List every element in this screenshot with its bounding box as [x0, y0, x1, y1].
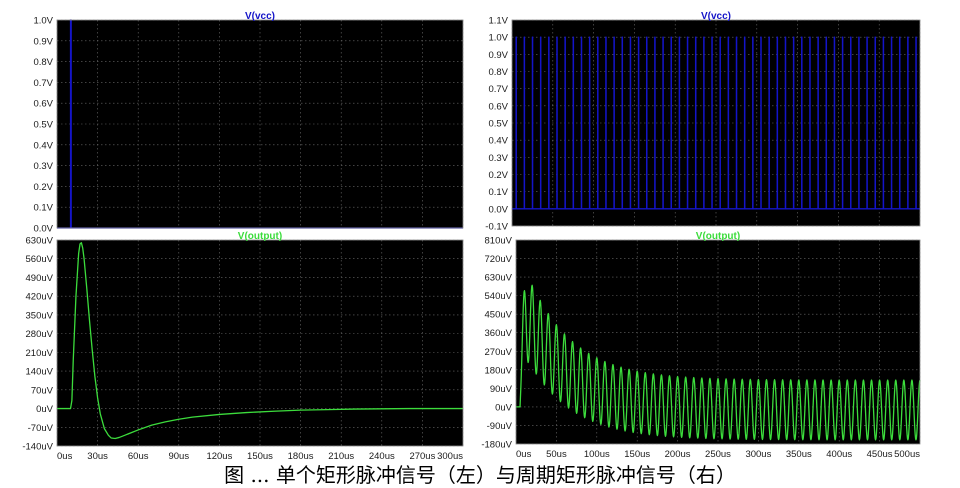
waveform-figure: 0.0V 0.1V 0.2V 0.3V 0.4V 0.5V 0.6V 0.7V 0.8V 0.9V… [22, 11, 921, 462]
y-tick-label: 630uV [26, 236, 54, 247]
x-tick-label: 120us [206, 451, 232, 462]
x-tick-label: 50us [546, 449, 567, 460]
trace-title: V(output) [238, 231, 282, 242]
y-tick-label: 0uV [495, 402, 513, 413]
y-tick-label: -70uV [28, 423, 54, 434]
x-tick-label: 350us [786, 449, 812, 460]
x-tick-label: 240us [369, 451, 395, 462]
x-tick-label: 500us [894, 449, 920, 460]
y-tick-label: 140uV [26, 367, 54, 378]
y-tick-label: 1.0V [33, 16, 53, 27]
plot-left-top: 0.0V 0.1V 0.2V 0.3V 0.4V 0.5V 0.6V 0.7V 0.8V 0.9V… [33, 11, 464, 235]
y-tick-label: 0.4V [33, 140, 53, 151]
plot-right-top: -0.1V 0.0V 0.1V 0.2V 0.3V 0.4V 0.5V 0.6V 0.7V 0.8… [485, 11, 921, 233]
y-tick-label: 210uV [26, 348, 54, 359]
y-tick-label: 630uV [485, 273, 513, 284]
y-tick-label: 0.4V [488, 136, 508, 147]
x-tick-label: 90us [168, 451, 189, 462]
plot-right-bottom: 0us 50us 100us 150us 200us 250us 300us 350us 400… [481, 231, 921, 460]
x-tick-label: 450us [867, 449, 893, 460]
y-tick-label: 0.6V [33, 99, 53, 110]
x-tick-label: 0us [57, 451, 73, 462]
trace-title: V(output) [696, 231, 740, 242]
x-tick-label: 300us [745, 449, 771, 460]
y-tick-label: 0.2V [488, 170, 508, 181]
plot-left-bottom: 0us 30us 60us 90us 120us 150us 180us 210us 240us… [22, 231, 464, 462]
y-tick-label: 90uV [490, 384, 513, 395]
y-tick-label: 0.1V [33, 203, 53, 214]
x-tick-label: 300us [437, 451, 463, 462]
x-tick-label: 180us [288, 451, 314, 462]
x-tick-label: 270us [409, 451, 435, 462]
y-tick-label: 180uV [485, 365, 513, 376]
x-tick-label: 150us [624, 449, 650, 460]
figure-caption: 图 ... 单个矩形脉冲信号（左）与周期矩形脉冲信号（右） [224, 463, 736, 487]
y-tick-label: 0.7V [488, 84, 508, 95]
y-tick-label: 280uV [26, 329, 54, 340]
y-tick-label: 490uV [26, 273, 54, 284]
y-tick-label: 270uV [485, 347, 513, 358]
y-tick-label: 420uV [26, 292, 54, 303]
y-tick-label: 0.3V [488, 153, 508, 164]
x-tick-label: 200us [665, 449, 691, 460]
x-tick-label: 30us [87, 451, 108, 462]
y-tick-label: 0.9V [33, 36, 53, 47]
x-tick-label: 100us [584, 449, 610, 460]
y-tick-label: 0.6V [488, 101, 508, 112]
y-tick-label: 560uV [26, 254, 54, 265]
y-tick-label: 0.2V [33, 182, 53, 193]
y-tick-label: 0.5V [488, 119, 508, 130]
x-tick-label: 60us [128, 451, 149, 462]
trace-title: V(vcc) [245, 11, 275, 22]
y-tick-label: 1.0V [488, 33, 508, 44]
trace-title: V(vcc) [701, 11, 731, 22]
y-tick-label: 0.8V [33, 57, 53, 68]
x-tick-label: 250us [705, 449, 731, 460]
y-tick-label: -90uV [487, 421, 513, 432]
x-tick-label: 400us [826, 449, 852, 460]
y-tick-label: 1.1V [488, 16, 508, 27]
y-tick-label: 540uV [485, 291, 513, 302]
y-tick-label: 0.0V [488, 204, 508, 215]
y-tick-label: -140uV [22, 442, 53, 453]
x-tick-label: 0us [516, 449, 532, 460]
y-tick-label: 360uV [485, 328, 513, 339]
y-tick-label: 810uV [485, 236, 513, 247]
y-tick-label: -0.1V [485, 222, 508, 233]
y-tick-label: -180uV [481, 440, 512, 451]
y-tick-label: 0.3V [33, 161, 53, 172]
y-tick-label: 0.9V [488, 50, 508, 61]
y-tick-label: 0.5V [33, 120, 53, 131]
y-tick-label: 350uV [26, 310, 54, 321]
y-tick-label: 70uV [31, 385, 54, 396]
x-tick-label: 210us [328, 451, 354, 462]
y-tick-label: 0uV [36, 404, 54, 415]
y-tick-label: 0.7V [33, 78, 53, 89]
y-tick-label: 0.1V [488, 187, 508, 198]
plot-area [57, 240, 463, 446]
x-tick-label: 150us [247, 451, 273, 462]
y-tick-label: 450uV [485, 310, 513, 321]
y-tick-label: 720uV [485, 254, 513, 265]
y-tick-label: 0.0V [33, 224, 53, 235]
y-tick-label: 0.8V [488, 67, 508, 78]
